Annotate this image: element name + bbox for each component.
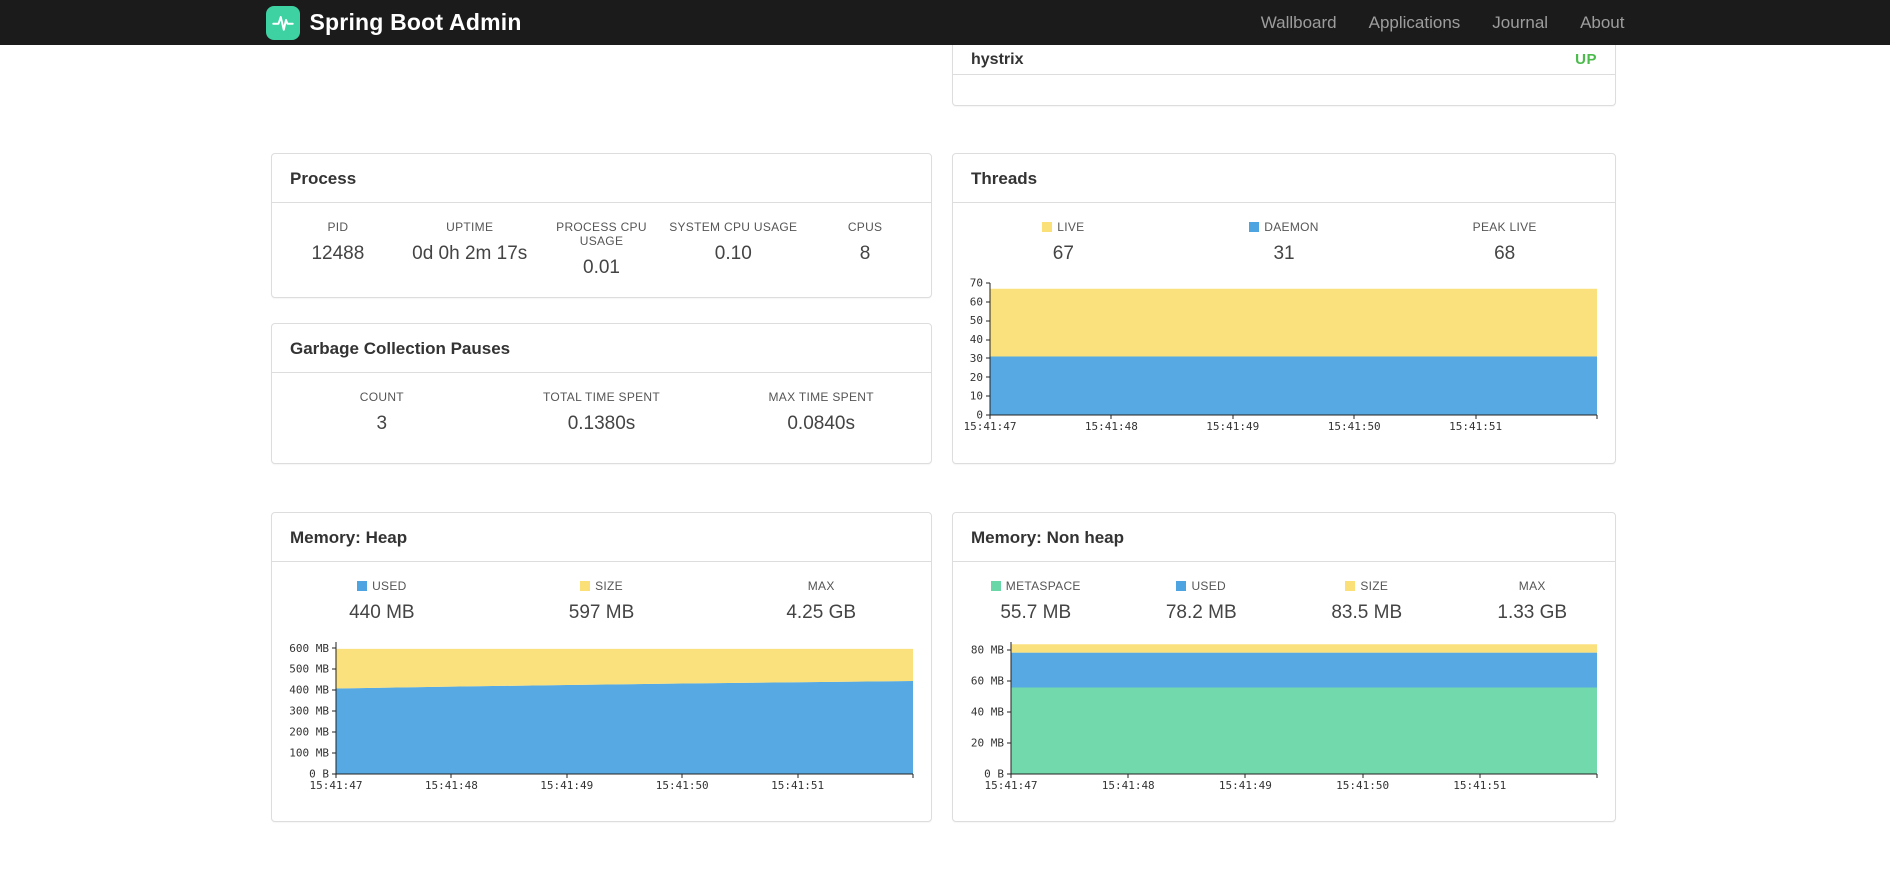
navbar-inner: Spring Boot Admin Wallboard Applications… bbox=[258, 0, 1633, 45]
nav-links: Wallboard Applications Journal About bbox=[1261, 13, 1625, 33]
svg-text:30: 30 bbox=[970, 352, 983, 365]
process-stats: PID 12488 UPTIME 0d 0h 2m 17s PROCESS CP… bbox=[272, 220, 931, 279]
nav-item-applications[interactable]: Applications bbox=[1369, 13, 1461, 33]
application-row[interactable]: hystrix UP bbox=[953, 45, 1615, 75]
svg-text:15:41:49: 15:41:49 bbox=[540, 779, 593, 792]
svg-text:15:41:51: 15:41:51 bbox=[1453, 779, 1506, 792]
stat-system-cpu-usage: SYSTEM CPU USAGE 0.10 bbox=[669, 220, 798, 264]
svg-text:15:41:48: 15:41:48 bbox=[1102, 779, 1155, 792]
navbar: Spring Boot Admin Wallboard Applications… bbox=[0, 0, 1890, 45]
svg-text:500 MB: 500 MB bbox=[289, 663, 329, 676]
garbage-collection-panel: Garbage Collection Pauses COUNT 3 TOTAL … bbox=[271, 323, 932, 464]
svg-text:200 MB: 200 MB bbox=[289, 726, 329, 739]
stat-pid: PID 12488 bbox=[311, 220, 365, 264]
brand-title: Spring Boot Admin bbox=[309, 9, 522, 35]
svg-text:15:41:47: 15:41:47 bbox=[965, 420, 1016, 433]
svg-text:15:41:51: 15:41:51 bbox=[1449, 420, 1502, 433]
stat-heap-used: USED 440 MB bbox=[349, 579, 415, 623]
svg-text:15:41:49: 15:41:49 bbox=[1206, 420, 1259, 433]
stat-heap-max: MAX 4.25 GB bbox=[786, 579, 857, 623]
svg-text:20: 20 bbox=[970, 371, 983, 384]
stat-cpus: CPUS 8 bbox=[847, 220, 883, 264]
nonheap-size-legend-swatch bbox=[1345, 581, 1356, 591]
stat-gc-max-time: MAX TIME SPENT 0.0840s bbox=[768, 390, 874, 434]
svg-text:15:41:51: 15:41:51 bbox=[771, 779, 824, 792]
threads-panel: Threads LIVE 67 DAEMON 31 PEAK LIVE 68 0… bbox=[952, 153, 1616, 464]
metaspace-legend-swatch bbox=[990, 581, 1001, 591]
stat-gc-total-time: TOTAL TIME SPENT 0.1380s bbox=[542, 390, 661, 434]
svg-text:20 MB: 20 MB bbox=[971, 736, 1004, 749]
svg-text:40: 40 bbox=[970, 333, 983, 346]
stat-uptime: UPTIME 0d 0h 2m 17s bbox=[412, 220, 528, 264]
left-column: Process PID 12488 UPTIME 0d 0h 2m 17s PR… bbox=[271, 45, 932, 822]
svg-text:50: 50 bbox=[970, 314, 983, 327]
threads-stats: LIVE 67 DAEMON 31 PEAK LIVE 68 bbox=[953, 220, 1615, 265]
svg-text:15:41:49: 15:41:49 bbox=[1219, 779, 1272, 792]
svg-text:60: 60 bbox=[970, 295, 983, 308]
stat-heap-size: SIZE 597 MB bbox=[568, 579, 635, 623]
memory-heap-panel: Memory: Heap USED 440 MB SIZE 597 MB MAX bbox=[271, 512, 932, 822]
nonheap-chart: 0 B 20 MB 40 MB 60 MB 80 MB 15:41:47 15:41:48 1… bbox=[965, 636, 1605, 794]
stat-threads-peak-live: PEAK LIVE 68 bbox=[1472, 220, 1537, 264]
stat-nonheap-size: SIZE 83.5 MB bbox=[1331, 579, 1403, 623]
stat-nonheap-metaspace: METASPACE 55.7 MB bbox=[953, 579, 1119, 624]
svg-text:40 MB: 40 MB bbox=[971, 705, 1004, 718]
memory-nonheap-panel: Memory: Non heap METASPACE 55.7 MB USED … bbox=[952, 512, 1616, 822]
svg-text:80 MB: 80 MB bbox=[971, 643, 1004, 656]
stat-gc-count: COUNT 3 bbox=[359, 390, 404, 434]
heap-panel-title: Memory: Heap bbox=[272, 513, 931, 562]
svg-text:15:41:50: 15:41:50 bbox=[656, 779, 709, 792]
svg-text:15:41:48: 15:41:48 bbox=[425, 779, 478, 792]
stat-threads-daemon: DAEMON 31 bbox=[1174, 220, 1395, 265]
nonheap-used-legend-swatch bbox=[1176, 581, 1187, 591]
gc-stats: COUNT 3 TOTAL TIME SPENT 0.1380s MAX TIM… bbox=[272, 390, 931, 435]
svg-text:15:41:48: 15:41:48 bbox=[1085, 420, 1138, 433]
brand-link[interactable]: Spring Boot Admin bbox=[265, 5, 522, 40]
gc-panel-title: Garbage Collection Pauses bbox=[272, 324, 931, 373]
svg-text:15:41:50: 15:41:50 bbox=[1336, 779, 1389, 792]
spring-boot-admin-logo-icon bbox=[265, 5, 300, 40]
process-panel: Process PID 12488 UPTIME 0d 0h 2m 17s PR… bbox=[271, 153, 932, 298]
nav-item-wallboard[interactable]: Wallboard bbox=[1261, 13, 1337, 33]
stat-nonheap-used: USED 78.2 MB bbox=[1165, 579, 1237, 623]
svg-text:60 MB: 60 MB bbox=[971, 674, 1004, 687]
live-legend-swatch bbox=[1042, 222, 1053, 232]
stat-process-cpu-usage: PROCESS CPU USAGE 0.01 bbox=[556, 220, 647, 278]
svg-text:10: 10 bbox=[970, 390, 983, 403]
svg-text:100 MB: 100 MB bbox=[289, 747, 329, 760]
svg-text:600 MB: 600 MB bbox=[289, 642, 329, 655]
svg-text:300 MB: 300 MB bbox=[289, 705, 329, 718]
svg-text:15:41:47: 15:41:47 bbox=[985, 779, 1038, 792]
process-panel-title: Process bbox=[272, 154, 931, 203]
stat-nonheap-max: MAX 1.33 GB bbox=[1497, 579, 1568, 623]
application-name: hystrix bbox=[971, 50, 1024, 68]
svg-text:15:41:50: 15:41:50 bbox=[1328, 420, 1381, 433]
main-content: Process PID 12488 UPTIME 0d 0h 2m 17s PR… bbox=[0, 45, 1890, 892]
heap-used-legend-swatch bbox=[357, 581, 368, 591]
threads-panel-title: Threads bbox=[953, 154, 1615, 203]
svg-text:15:41:47: 15:41:47 bbox=[310, 779, 363, 792]
heap-chart: 0 B 100 MB 200 MB 300 MB 400 MB 500 MB 600 MB 1… bbox=[284, 636, 921, 794]
application-status-panel: hystrix UP bbox=[952, 45, 1616, 106]
nonheap-stats: METASPACE 55.7 MB USED 78.2 MB SIZE 83.5… bbox=[953, 579, 1615, 624]
right-column: hystrix UP Threads LIVE 67 DAEMON 31 PEA… bbox=[952, 45, 1616, 822]
svg-text:70: 70 bbox=[970, 277, 983, 290]
heap-size-legend-swatch bbox=[580, 581, 591, 591]
status-badge: UP bbox=[1575, 51, 1597, 68]
nav-item-about[interactable]: About bbox=[1580, 13, 1624, 33]
threads-chart: 0 10 20 30 40 50 60 70 15:41:47 15:41:48 15:41:49 1… bbox=[964, 277, 1605, 435]
nonheap-panel-title: Memory: Non heap bbox=[953, 513, 1615, 562]
daemon-legend-swatch bbox=[1249, 222, 1260, 232]
nav-item-journal[interactable]: Journal bbox=[1492, 13, 1548, 33]
heap-stats: USED 440 MB SIZE 597 MB MAX 4.25 GB bbox=[272, 579, 931, 624]
stat-threads-live: LIVE 67 bbox=[953, 220, 1174, 265]
svg-text:400 MB: 400 MB bbox=[289, 684, 329, 697]
